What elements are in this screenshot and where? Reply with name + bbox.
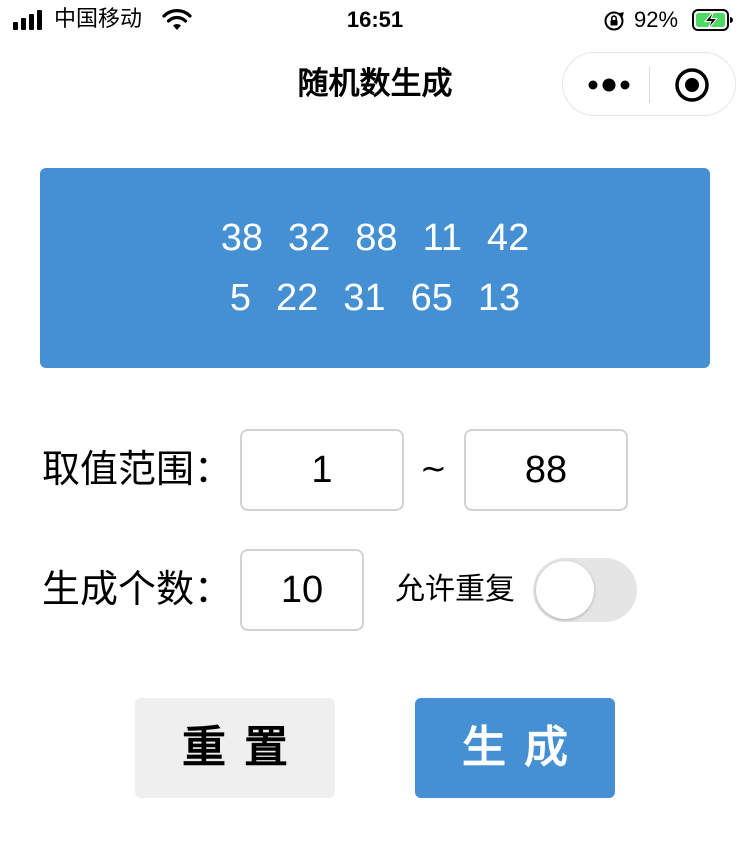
- generate-button[interactable]: 生成: [415, 698, 615, 798]
- range-min-input[interactable]: 1: [240, 429, 404, 511]
- result-number: 22: [276, 277, 319, 319]
- range-max-input[interactable]: 88: [464, 429, 628, 511]
- result-number: 31: [343, 277, 386, 319]
- battery-charging-icon: [692, 9, 733, 31]
- result-number: 42: [487, 217, 530, 259]
- target-circle-icon[interactable]: [674, 67, 710, 103]
- result-number: 11: [422, 217, 462, 259]
- result-number: 38: [220, 217, 263, 259]
- menu-capsule: [562, 52, 736, 116]
- status-bar: 中国移动 16:51 92%: [0, 0, 750, 42]
- range-label: 取值范围：: [42, 447, 233, 491]
- more-dots-icon[interactable]: [585, 73, 633, 97]
- result-number: 5: [229, 277, 251, 319]
- result-number: 65: [410, 277, 453, 319]
- range-separator: ~: [420, 449, 447, 487]
- allow-repeat-toggle[interactable]: [533, 558, 637, 622]
- result-row: 5 22 31 65 13: [40, 276, 710, 320]
- count-input[interactable]: 10: [240, 549, 364, 631]
- app-screen: 中国移动 16:51 92% 随机数生成 38 32 88 11 42 5 22…: [0, 0, 750, 842]
- result-row: 38 32 88 11 42: [40, 216, 710, 260]
- result-panel: 38 32 88 11 42 5 22 31 65 13: [40, 168, 710, 368]
- toggle-knob: [536, 561, 594, 619]
- result-number: 88: [355, 217, 398, 259]
- battery-percentage: 92%: [634, 7, 679, 32]
- result-number: 13: [477, 277, 521, 319]
- capsule-divider: [649, 67, 650, 103]
- allow-repeat-label: 允许重复: [395, 572, 515, 607]
- reset-button[interactable]: 重置: [135, 698, 335, 798]
- count-label: 生成个数：: [42, 567, 233, 611]
- result-number: 32: [287, 217, 331, 259]
- rotation-lock-icon: [604, 11, 624, 31]
